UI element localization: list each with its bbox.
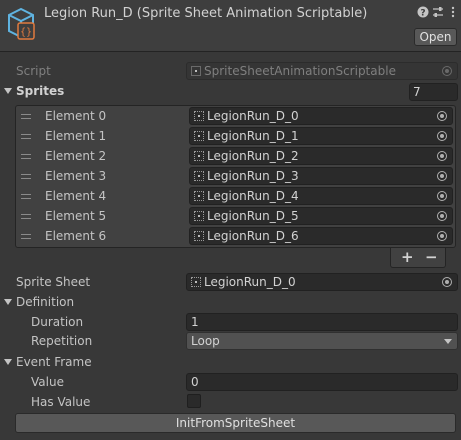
sprite-icon — [194, 131, 204, 141]
value-label: Value — [31, 375, 64, 389]
sprite-icon — [194, 211, 204, 221]
sprite-sheet-label: Sprite Sheet — [16, 275, 91, 289]
element-field[interactable]: LegionRun_D_5 — [189, 207, 453, 225]
event-frame-foldout-arrow-icon[interactable] — [4, 359, 12, 365]
drag-handle-icon[interactable] — [21, 134, 31, 139]
drag-handle-icon[interactable] — [21, 154, 31, 159]
list-footer: + − — [390, 248, 446, 268]
element-value: LegionRun_D_4 — [207, 189, 299, 203]
element-field[interactable]: LegionRun_D_1 — [189, 127, 453, 145]
sprite-sheet-field[interactable]: LegionRun_D_0 — [186, 273, 458, 291]
svg-text:{}: {} — [20, 27, 32, 38]
object-picker-icon[interactable] — [437, 151, 447, 161]
element-label: Element 2 — [45, 149, 107, 163]
element-field[interactable]: LegionRun_D_6 — [189, 227, 453, 245]
object-picker-icon[interactable] — [437, 191, 447, 201]
sprite-icon — [194, 231, 204, 241]
object-picker-icon[interactable] — [442, 277, 452, 287]
help-icon[interactable]: ? — [417, 6, 429, 19]
init-from-sprite-sheet-button[interactable]: InitFromSpriteSheet — [15, 413, 456, 433]
inspector-header: {} Legion Run_D (Sprite Sheet Animation … — [0, 0, 461, 52]
sprite-icon — [194, 191, 204, 201]
duration-label: Duration — [31, 315, 84, 329]
element-value: LegionRun_D_5 — [207, 209, 299, 223]
repetition-value: Loop — [191, 334, 220, 348]
sprite-icon — [194, 151, 204, 161]
value-field[interactable]: 0 — [186, 373, 458, 391]
sprite-icon — [194, 111, 204, 121]
kebab-menu-icon[interactable] — [447, 6, 459, 18]
scriptable-object-icon: {} — [8, 7, 35, 40]
object-picker-icon[interactable] — [437, 171, 447, 181]
add-element-button[interactable]: + — [401, 249, 414, 265]
repetition-dropdown[interactable]: Loop — [186, 332, 458, 350]
has-value-checkbox[interactable] — [187, 394, 201, 408]
drag-handle-icon[interactable] — [21, 174, 31, 179]
object-picker-icon — [442, 66, 452, 76]
sprite-icon — [194, 171, 204, 181]
element-label: Element 0 — [45, 109, 107, 123]
event-frame-label[interactable]: Event Frame — [16, 355, 92, 369]
duration-field[interactable]: 1 — [186, 313, 458, 331]
sprites-foldout-arrow-icon[interactable] — [4, 88, 12, 94]
sprite-icon — [191, 277, 201, 287]
script-value: SpriteSheetAnimationScriptable — [204, 64, 396, 78]
drag-handle-icon[interactable] — [21, 114, 31, 119]
open-button[interactable]: Open — [414, 28, 457, 46]
element-label: Element 1 — [45, 129, 107, 143]
element-label: Element 5 — [45, 209, 107, 223]
chevron-down-icon — [444, 339, 452, 344]
element-value: LegionRun_D_0 — [207, 109, 299, 123]
element-value: LegionRun_D_3 — [207, 169, 299, 183]
sprites-label[interactable]: Sprites — [16, 84, 64, 98]
definition-foldout-arrow-icon[interactable] — [4, 299, 12, 305]
element-field[interactable]: LegionRun_D_2 — [189, 147, 453, 165]
element-value: LegionRun_D_2 — [207, 149, 299, 163]
definition-label[interactable]: Definition — [16, 295, 74, 309]
object-picker-icon[interactable] — [437, 231, 447, 241]
element-value: LegionRun_D_6 — [207, 229, 299, 243]
script-icon — [191, 66, 201, 76]
repetition-label: Repetition — [31, 334, 93, 348]
remove-element-button[interactable]: − — [425, 249, 438, 265]
object-picker-icon[interactable] — [437, 111, 447, 121]
script-field: SpriteSheetAnimationScriptable — [186, 62, 458, 80]
sprite-sheet-value: LegionRun_D_0 — [204, 275, 296, 289]
svg-text:?: ? — [420, 9, 425, 19]
asset-title: Legion Run_D (Sprite Sheet Animation Scr… — [44, 6, 368, 21]
element-value: LegionRun_D_1 — [207, 129, 299, 143]
element-label: Element 4 — [45, 189, 107, 203]
has-value-label: Has Value — [31, 395, 91, 409]
preset-icon[interactable] — [432, 6, 444, 18]
object-picker-icon[interactable] — [437, 211, 447, 221]
drag-handle-icon[interactable] — [21, 214, 31, 219]
drag-handle-icon[interactable] — [21, 234, 31, 239]
element-label: Element 6 — [45, 229, 107, 243]
element-field[interactable]: LegionRun_D_0 — [189, 107, 453, 125]
element-field[interactable]: LegionRun_D_3 — [189, 167, 453, 185]
object-picker-icon[interactable] — [437, 131, 447, 141]
drag-handle-icon[interactable] — [21, 194, 31, 199]
element-label: Element 3 — [45, 169, 107, 183]
script-label: Script — [16, 64, 51, 78]
sprites-count-field[interactable]: 7 — [409, 83, 458, 101]
element-field[interactable]: LegionRun_D_4 — [189, 187, 453, 205]
